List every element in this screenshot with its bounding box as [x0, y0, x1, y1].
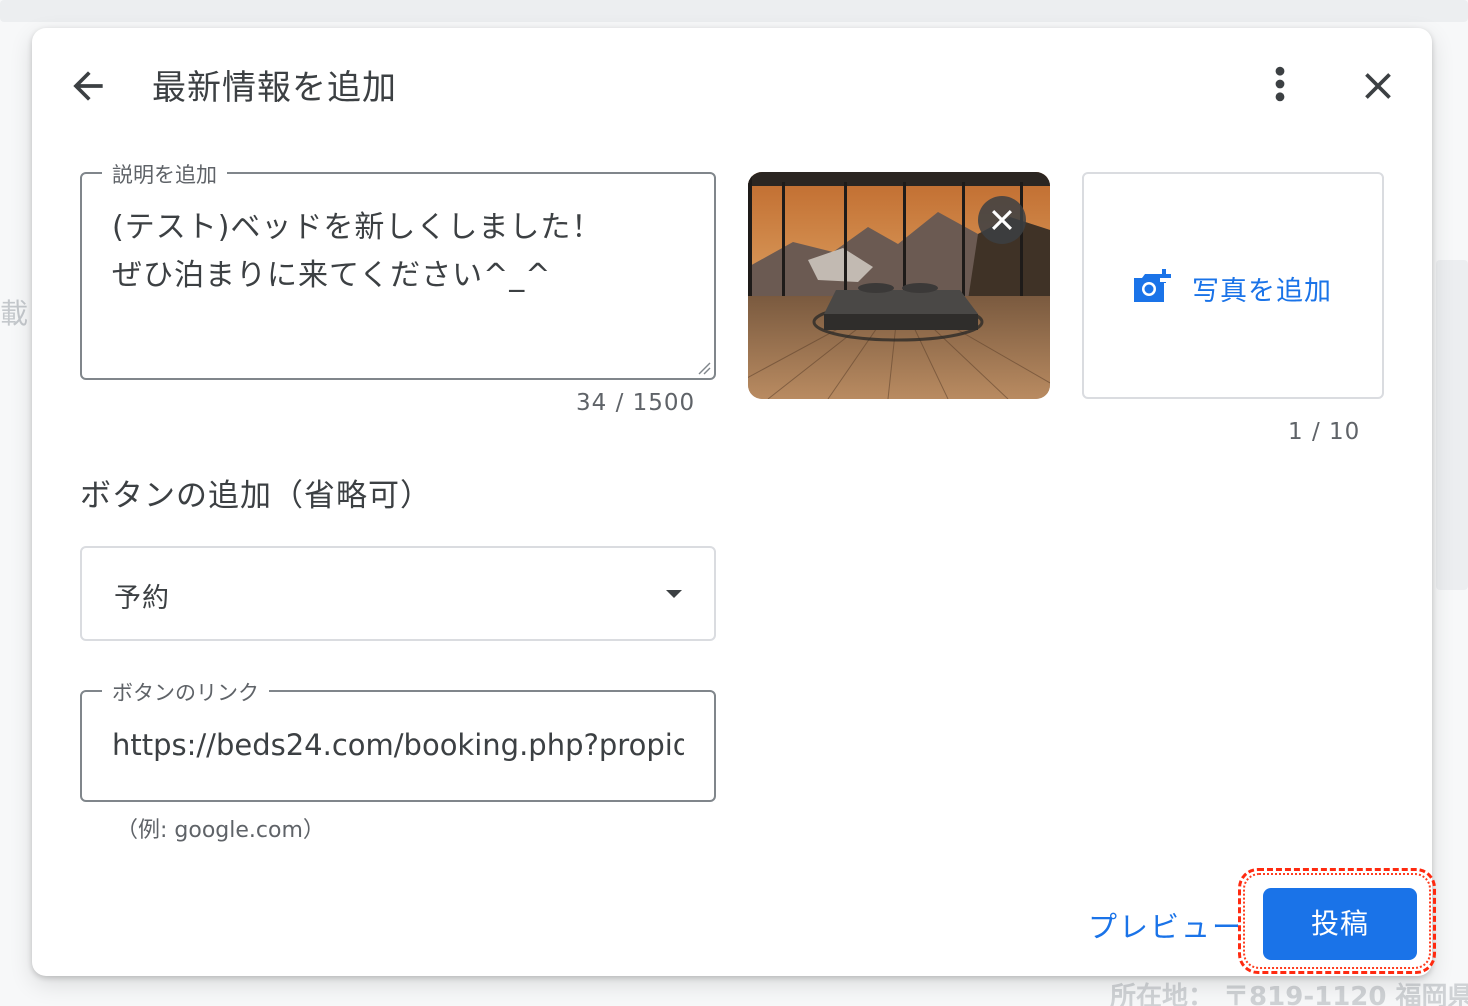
- post-button[interactable]: 投稿: [1263, 888, 1417, 960]
- more-vert-icon: [1275, 66, 1285, 102]
- button-type-select[interactable]: 予約: [80, 546, 716, 641]
- photo-counter: 1 / 10: [1288, 419, 1361, 445]
- more-options-button[interactable]: [1264, 62, 1296, 106]
- add-photo-button[interactable]: 写真を追加: [1082, 172, 1384, 399]
- back-button[interactable]: [66, 64, 110, 108]
- dialog-title: 最新情報を追加: [152, 68, 397, 108]
- background-footer-address: 所在地： 〒819-1120 福岡県: [1110, 982, 1468, 1006]
- description-label: 説明を追加: [102, 159, 227, 189]
- button-link-field[interactable]: ボタンのリンク: [80, 677, 716, 802]
- resize-handle-icon[interactable]: [696, 360, 712, 376]
- close-icon: [1365, 73, 1391, 99]
- add-photo-label: 写真を追加: [1192, 276, 1332, 307]
- background-fragment: 載: [0, 297, 29, 330]
- add-update-dialog: 最新情報を追加 説明を追加 (テスト)ベッドを新しくしました！ ぜひ泊まりに来て…: [32, 28, 1432, 976]
- button-link-input[interactable]: [112, 728, 684, 762]
- preview-button[interactable]: プレビュー: [1088, 904, 1243, 946]
- button-link-label: ボタンのリンク: [102, 677, 269, 707]
- description-character-counter: 34 / 1500: [576, 390, 696, 416]
- button-type-value: 予約: [114, 583, 170, 614]
- arrow-left-icon: [73, 71, 103, 101]
- background-toolbar: [0, 0, 1468, 22]
- dropdown-arrow-icon: [666, 590, 682, 598]
- description-text[interactable]: (テスト)ベッドを新しくしました！ ぜひ泊まりに来てください^_^: [112, 204, 684, 300]
- close-button[interactable]: [1356, 64, 1400, 108]
- close-icon: [992, 210, 1012, 230]
- add-a-photo-icon: [1134, 269, 1171, 302]
- add-button-heading: ボタンの追加（省略可）: [80, 478, 432, 514]
- background-sidebar-card: [1436, 260, 1468, 590]
- description-field[interactable]: 説明を追加 (テスト)ベッドを新しくしました！ ぜひ泊まりに来てください^_^: [80, 159, 716, 380]
- remove-photo-button[interactable]: [978, 196, 1026, 244]
- button-link-helper-text: （例: google.com）: [116, 818, 325, 843]
